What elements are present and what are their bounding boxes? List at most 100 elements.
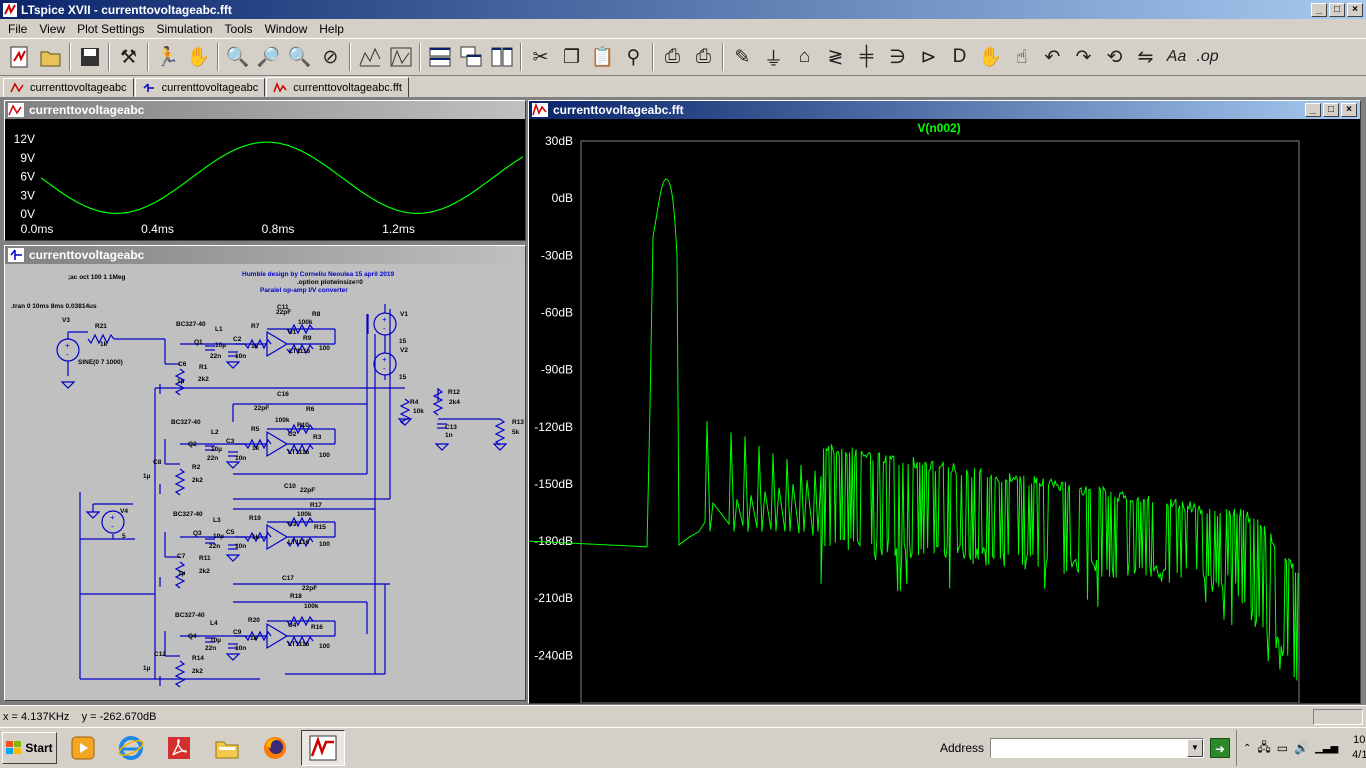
fft-plot[interactable]: V(n002) 30dB 0dB -30dB -60dB -90dB -120dB -150…	[529, 119, 1360, 703]
maximize-button[interactable]: □	[1329, 2, 1345, 17]
diode-icon[interactable]: ⊳	[913, 42, 944, 73]
tab-waveform[interactable]: currenttovoltageabc	[3, 78, 134, 97]
cascade-icon[interactable]	[455, 42, 486, 73]
component-label: L1	[215, 326, 223, 333]
fft-minimize-button[interactable]: _	[1305, 103, 1321, 117]
halt-icon[interactable]: ✋	[183, 42, 214, 73]
address-input[interactable]: ▼	[990, 738, 1204, 758]
menu-simulation[interactable]: Simulation	[151, 22, 219, 36]
save-icon[interactable]	[74, 42, 105, 73]
menu-tools[interactable]: Tools	[219, 22, 259, 36]
menu-help[interactable]: Help	[313, 22, 350, 36]
menu-file[interactable]: File	[2, 22, 33, 36]
schematic-window[interactable]: currenttovoltageabc + - + - + - + - V3 R21 1k BC32…	[4, 245, 526, 701]
rotate-icon[interactable]: ⟲	[1099, 42, 1130, 73]
component-label: C7	[177, 553, 186, 560]
undo-icon[interactable]: ↶	[1037, 42, 1068, 73]
component-label: R15	[314, 524, 326, 531]
tran-directive: .tran 0 10ms 8ms 0.03814us	[11, 303, 97, 310]
component-label: 10µ	[213, 533, 224, 540]
component-label: C3	[226, 438, 235, 445]
start-button[interactable]: Start	[2, 732, 57, 764]
redo-icon[interactable]: ↷	[1068, 42, 1099, 73]
waveform-plot[interactable]: 12V 9V 6V 3V 0V 0.0ms 0.4ms 0.8ms 1.2ms	[5, 119, 525, 240]
draw-wire-icon[interactable]: ✎	[727, 42, 758, 73]
zoom-cancel-icon[interactable]: ⊘	[315, 42, 346, 73]
tab-fft[interactable]: currenttovoltageabc.fft	[266, 77, 409, 98]
zoom-in-icon[interactable]: 🔍	[222, 42, 253, 73]
internet-explorer-icon[interactable]	[109, 730, 153, 766]
print-setup-icon[interactable]: ⎙	[688, 42, 719, 73]
autorange-icon[interactable]	[354, 42, 385, 73]
volume-icon[interactable]: 🔊	[1294, 741, 1309, 755]
open-icon[interactable]	[35, 42, 66, 73]
schematic-canvas[interactable]: +-+-+-+- V3R211kBC327-40Q1L110µC222n 10nR…	[5, 264, 525, 700]
fft-trace-title[interactable]: V(n002)	[917, 121, 960, 135]
ground-symbol	[225, 554, 241, 562]
file-explorer-icon[interactable]	[205, 730, 249, 766]
component-label: R8	[312, 311, 321, 318]
control-panel-icon[interactable]: ⚒	[113, 42, 144, 73]
address-go-icon[interactable]: ➜	[1210, 738, 1230, 758]
fft-window-titlebar[interactable]: currenttovoltageabc.fft _ □ ×	[529, 101, 1360, 119]
component-icon[interactable]: D	[944, 42, 975, 73]
waveform-window[interactable]: currenttovoltageabc 12V 9V 6V 3V 0V 0.0ms 0.4…	[4, 100, 526, 241]
text-icon[interactable]: Aa	[1161, 42, 1192, 73]
menu-plot-settings[interactable]: Plot Settings	[71, 22, 150, 36]
component-label: C17	[282, 575, 294, 582]
component-label: LT1116	[288, 539, 310, 546]
fft-ytick-label: -210dB	[534, 591, 573, 605]
component-label: 1µ	[178, 570, 186, 577]
zoom-full-icon[interactable]: 🔎	[253, 42, 284, 73]
ltspice-taskbar-icon[interactable]	[301, 730, 345, 766]
copy-icon[interactable]: ❐	[556, 42, 587, 73]
fft-ytick-label: 30dB	[545, 134, 573, 148]
media-player-icon[interactable]	[61, 730, 105, 766]
schematic-window-titlebar[interactable]: currenttovoltageabc	[5, 246, 525, 264]
cut-icon[interactable]: ✂	[525, 42, 556, 73]
tray-expand-icon[interactable]: ⌃	[1243, 743, 1251, 754]
component-label: Q1	[194, 339, 203, 346]
address-dropdown-icon[interactable]: ▼	[1187, 739, 1203, 757]
resistor-symbol	[174, 468, 186, 496]
component-label: 5k	[512, 429, 520, 436]
capacitor-icon[interactable]: ╪	[851, 42, 882, 73]
spice-directive-icon[interactable]: .op	[1192, 42, 1223, 73]
mirror-icon[interactable]: ⇋	[1130, 42, 1161, 73]
ground-symbol	[434, 443, 450, 451]
find-icon[interactable]: ⚲	[618, 42, 649, 73]
fft-ytick-label: 0dB	[552, 191, 573, 205]
inductor-icon[interactable]: ∋	[882, 42, 913, 73]
zoom-out-icon[interactable]: 🔍	[284, 42, 315, 73]
power-icon[interactable]: ▭	[1277, 741, 1288, 755]
new-schematic-icon[interactable]	[4, 42, 35, 73]
opamp-symbol	[266, 330, 289, 358]
fft-window[interactable]: currenttovoltageabc.fft _ □ × V(n002) 30…	[528, 100, 1361, 704]
waveform-window-titlebar[interactable]: currenttovoltageabc	[5, 101, 525, 119]
component-label: 2k2	[198, 376, 209, 383]
resistor-icon[interactable]: ≷	[820, 42, 851, 73]
manual-limits-icon[interactable]	[385, 42, 416, 73]
component-label: 100	[319, 452, 330, 459]
run-icon[interactable]: 🏃	[152, 42, 183, 73]
tab-schematic[interactable]: currenttovoltageabc	[134, 78, 266, 97]
tile-horizontal-icon[interactable]	[424, 42, 455, 73]
firefox-icon[interactable]	[253, 730, 297, 766]
close-button[interactable]: ×	[1347, 2, 1363, 17]
paste-icon[interactable]: 📋	[587, 42, 618, 73]
fft-maximize-button[interactable]: □	[1323, 103, 1339, 117]
tile-vertical-icon[interactable]	[486, 42, 517, 73]
menu-window[interactable]: Window	[259, 22, 314, 36]
fft-close-button[interactable]: ×	[1341, 103, 1357, 117]
acrobat-reader-icon[interactable]	[157, 730, 201, 766]
move-icon[interactable]: ✋	[975, 42, 1006, 73]
menu-view[interactable]: View	[33, 22, 71, 36]
label-net-icon[interactable]: ⌂	[789, 42, 820, 73]
clock[interactable]: 10:02 PM 4/15/2019	[1352, 733, 1366, 763]
print-icon[interactable]: ⎙	[657, 42, 688, 73]
drag-icon[interactable]: ☝	[1006, 42, 1037, 73]
minimize-button[interactable]: _	[1311, 2, 1327, 17]
signal-icon[interactable]: ▁▃▅	[1315, 743, 1338, 754]
ground-icon[interactable]: ⏚	[758, 42, 789, 73]
network-icon[interactable]: 🖧	[1257, 738, 1270, 759]
